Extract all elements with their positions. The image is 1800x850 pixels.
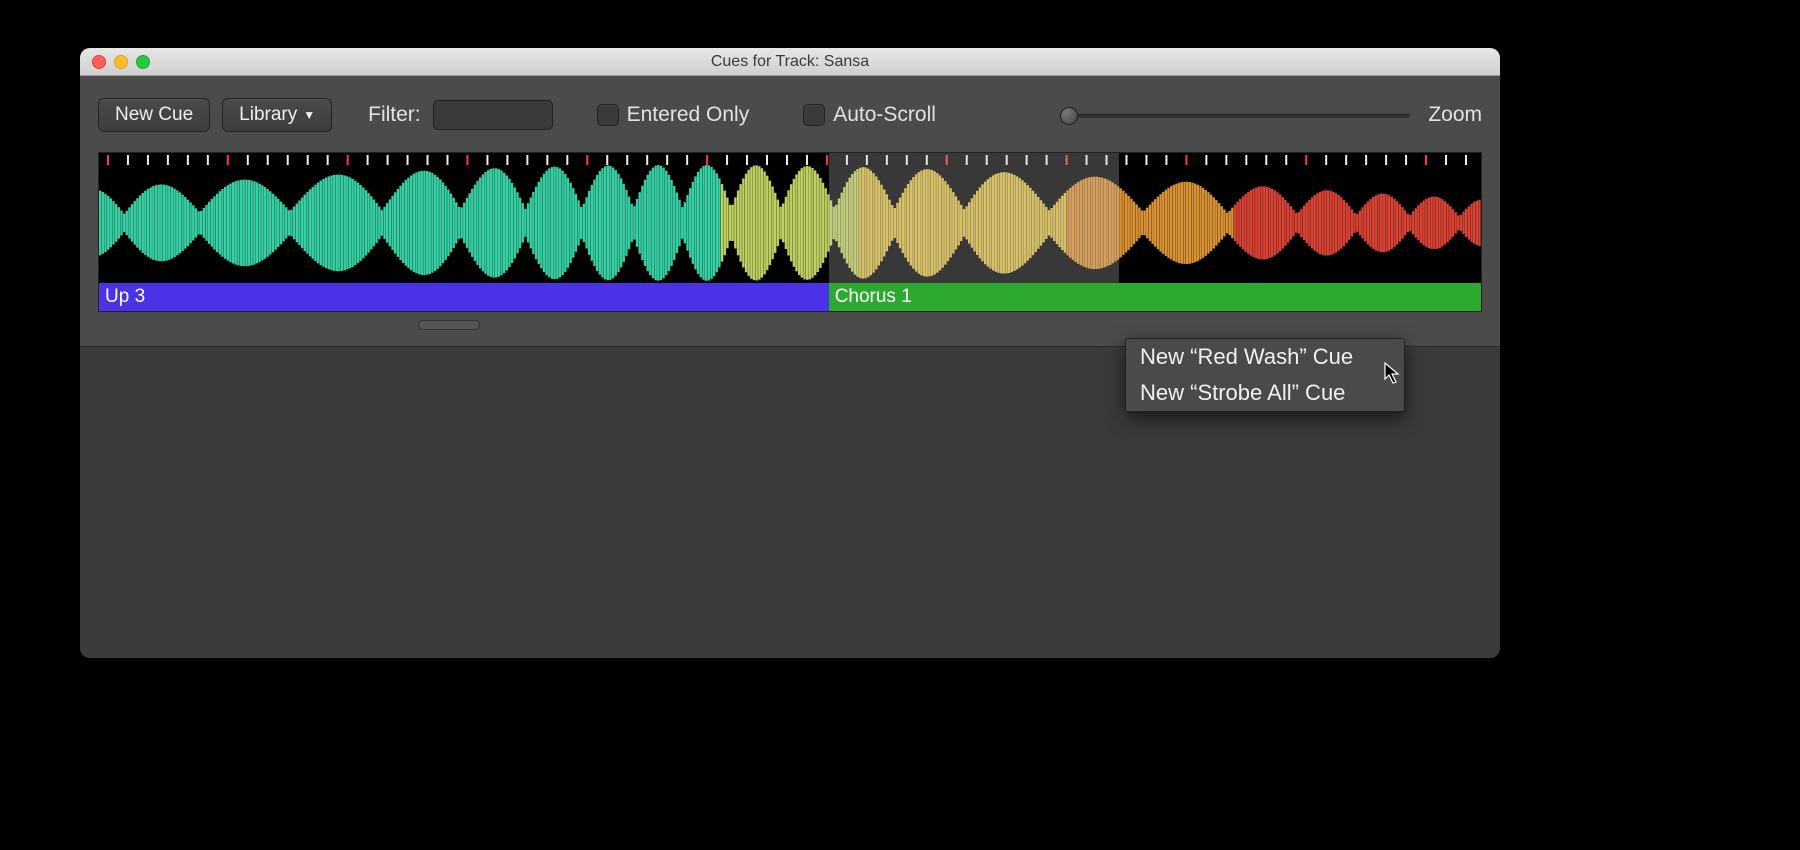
waveform-scrollbar[interactable] (98, 318, 1482, 332)
titlebar[interactable]: Cues for Track: Sansa (80, 48, 1500, 76)
cue-chorus1[interactable]: Chorus 1 (829, 283, 1481, 311)
close-icon[interactable] (92, 55, 106, 69)
slider-track (1060, 114, 1410, 118)
slider-thumb[interactable] (1060, 107, 1078, 125)
cue-up3-label: Up 3 (105, 286, 145, 308)
cue-strip: Up 3 Chorus 1 (99, 283, 1481, 311)
new-cue-label: New Cue (115, 104, 193, 126)
menu-new-red-wash-cue[interactable]: New “Red Wash” Cue (1126, 339, 1404, 375)
window-controls (80, 55, 150, 69)
auto-scroll-checkbox[interactable] (803, 104, 825, 126)
library-label: Library (239, 104, 297, 126)
zoom-slider[interactable] (1060, 105, 1410, 125)
entered-only-label: Entered Only (627, 103, 750, 127)
auto-scroll-label: Auto-Scroll (833, 103, 936, 127)
library-dropdown[interactable]: Library ▼ (222, 98, 332, 132)
new-cue-button[interactable]: New Cue (98, 98, 210, 132)
chevron-down-icon: ▼ (303, 109, 315, 121)
toolbar: New Cue Library ▼ Filter: Entered Only A… (80, 76, 1500, 347)
app-window: Cues for Track: Sansa New Cue Library ▼ … (80, 48, 1500, 658)
cue-chorus1-label: Chorus 1 (835, 286, 912, 308)
filter-label: Filter: (368, 103, 421, 127)
zoom-window-icon[interactable] (136, 55, 150, 69)
context-menu: New “Red Wash” Cue New “Strobe All” Cue (1125, 338, 1405, 412)
scroll-thumb[interactable] (418, 320, 480, 330)
menu-new-strobe-all-cue[interactable]: New “Strobe All” Cue (1126, 375, 1404, 411)
cue-up3[interactable]: Up 3 (99, 283, 829, 311)
waveform-view[interactable]: Up 3 Chorus 1 (98, 152, 1482, 312)
minimize-icon[interactable] (114, 55, 128, 69)
zoom-label: Zoom (1428, 103, 1482, 127)
filter-input[interactable] (433, 100, 553, 130)
entered-only-checkbox[interactable] (597, 104, 619, 126)
window-title: Cues for Track: Sansa (80, 53, 1500, 71)
